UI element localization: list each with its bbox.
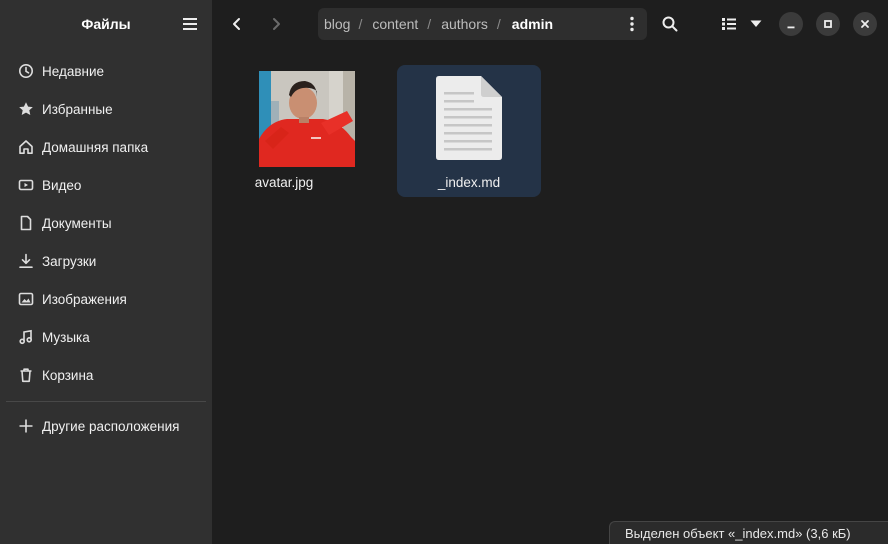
breadcrumb: blog / content / authors / admin xyxy=(318,8,647,40)
chevron-right-icon xyxy=(273,18,280,30)
vertical-dots-icon xyxy=(630,16,634,32)
forward-button[interactable] xyxy=(261,9,291,39)
sidebar-item-label: Домашняя папка xyxy=(42,139,149,155)
sidebar-divider xyxy=(6,401,206,402)
back-button[interactable] xyxy=(222,9,252,39)
sidebar-item-documents[interactable]: Документы xyxy=(6,204,206,242)
search-button[interactable] xyxy=(655,9,685,39)
search-icon xyxy=(662,16,678,32)
maximize-icon xyxy=(824,20,832,28)
minimize-icon xyxy=(787,26,795,29)
sidebar-item-label: Другие расположения xyxy=(42,418,180,434)
document-icon xyxy=(18,215,34,231)
sidebar-item-label: Музыка xyxy=(42,329,90,345)
clock-icon xyxy=(18,63,34,79)
other-locations-list: Другие расположения xyxy=(6,407,206,445)
download-icon xyxy=(18,253,34,269)
sidebar-item-label: Избранные xyxy=(42,101,113,117)
sidebar-item-music[interactable]: Музыка xyxy=(6,318,206,356)
sidebar-item-starred[interactable]: Избранные xyxy=(6,90,206,128)
sidebar: Файлы Недавние Избранные Домашняя папка … xyxy=(0,0,212,544)
sidebar-item-label: Документы xyxy=(42,215,112,231)
sidebar-item-home[interactable]: Домашняя папка xyxy=(6,128,206,166)
path-menu-button[interactable] xyxy=(617,8,647,40)
chevron-left-icon xyxy=(233,18,240,30)
image-thumbnail xyxy=(259,71,355,167)
close-icon xyxy=(861,20,869,28)
file-item[interactable]: avatar.jpg xyxy=(212,65,356,197)
file-item-selected[interactable]: _index.md xyxy=(397,65,541,197)
sidebar-item-label: Видео xyxy=(42,177,82,193)
maximize-button[interactable] xyxy=(816,12,840,36)
sidebar-header: Файлы xyxy=(0,0,212,48)
music-icon xyxy=(18,329,34,345)
sidebar-item-trash[interactable]: Корзина xyxy=(6,356,206,394)
sidebar-item-label: Недавние xyxy=(42,63,105,79)
breadcrumb-item-current[interactable]: admin xyxy=(501,16,561,32)
sidebar-item-videos[interactable]: Видео xyxy=(6,166,206,204)
view-mode-button[interactable] xyxy=(714,9,744,39)
minimize-button[interactable] xyxy=(779,12,803,36)
sidebar-item-pictures[interactable]: Изображения xyxy=(6,280,206,318)
sidebar-item-recent[interactable]: Недавние xyxy=(6,52,206,90)
file-name: avatar.jpg xyxy=(254,175,314,190)
sidebar-item-label: Загрузки xyxy=(42,253,97,269)
places-list: Недавние Избранные Домашняя папка Видео … xyxy=(6,52,206,394)
chevron-down-icon xyxy=(750,20,762,27)
plus-icon xyxy=(18,418,34,434)
sidebar-item-label: Изображения xyxy=(42,291,127,307)
home-icon xyxy=(18,139,34,155)
breadcrumb-item-content[interactable]: content xyxy=(362,16,427,32)
sidebar-item-label: Корзина xyxy=(42,367,94,383)
breadcrumb-item-blog[interactable]: blog xyxy=(318,16,358,32)
status-bar: Выделен объект «_index.md» (3,6 кБ) xyxy=(609,521,888,544)
list-view-icon xyxy=(722,18,736,30)
header-bar: blog / content / authors / admin xyxy=(212,0,888,48)
breadcrumb-item-authors[interactable]: authors xyxy=(431,16,497,32)
file-name: _index.md xyxy=(437,175,501,190)
trash-icon xyxy=(18,367,34,383)
view-options-button[interactable] xyxy=(741,9,771,39)
main-menu-button[interactable] xyxy=(175,12,205,36)
hamburger-icon xyxy=(183,18,197,30)
text-document-icon xyxy=(435,75,503,161)
sidebar-item-other-locations[interactable]: Другие расположения xyxy=(6,407,206,445)
video-icon xyxy=(18,177,34,193)
star-icon xyxy=(18,101,34,117)
close-button[interactable] xyxy=(853,12,877,36)
file-view[interactable]: avatar.jpg _index.md xyxy=(212,48,888,544)
sidebar-item-downloads[interactable]: Загрузки xyxy=(6,242,206,280)
image-icon xyxy=(18,291,34,307)
